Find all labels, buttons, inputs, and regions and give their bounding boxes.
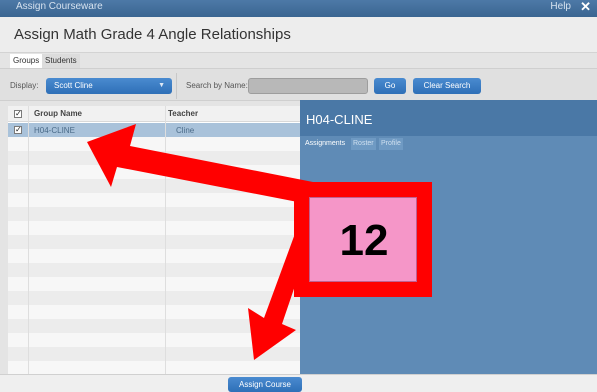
step-number-box: 12 [309, 197, 417, 282]
page-title: Assign Math Grade 4 Angle Relationships [14, 26, 291, 43]
column-header-group-name[interactable]: Group Name [34, 109, 82, 118]
dialog-titlebar: Assign Courseware Help ✕ [0, 0, 597, 17]
groups-table: ✓ Group Name Teacher ✓ H04-CLINE Cline [8, 106, 300, 374]
table-row [8, 277, 300, 291]
search-input[interactable] [248, 78, 368, 94]
table-row [8, 221, 300, 235]
detail-header: H04-CLINE [300, 100, 597, 136]
detail-title: H04-CLINE [306, 112, 373, 127]
table-row [8, 249, 300, 263]
dialog-header: Assign Math Grade 4 Angle Relationships [0, 17, 597, 53]
table-header: ✓ Group Name Teacher [8, 106, 300, 122]
display-select[interactable]: Scott Cline ▼ [46, 78, 172, 94]
table-row[interactable]: ✓ H04-CLINE Cline [8, 123, 300, 137]
table-row [8, 179, 300, 193]
chevron-down-icon: ▼ [158, 82, 165, 89]
table-row [8, 207, 300, 221]
table-row [8, 333, 300, 347]
tab-assignments[interactable]: Assignments [303, 138, 347, 150]
tab-profile[interactable]: Profile [379, 138, 403, 150]
assign-courseware-dialog: Assign Courseware Help ✕ Assign Math Gra… [0, 0, 597, 392]
help-link[interactable]: Help [550, 1, 571, 12]
assign-course-button[interactable]: Assign Course [228, 377, 302, 392]
table-row [8, 137, 300, 151]
table-row [8, 263, 300, 277]
display-label: Display: [10, 81, 39, 90]
clear-search-button[interactable]: Clear Search [413, 78, 481, 94]
display-select-value: Scott Cline [54, 81, 93, 90]
group-name-cell: H04-CLINE [34, 126, 75, 135]
select-all-checkbox[interactable]: ✓ [14, 110, 22, 118]
toolbar-divider [176, 73, 177, 99]
filter-toolbar: Display: Scott Cline ▼ Search by Name: G… [0, 68, 597, 101]
go-button[interactable]: Go [374, 78, 406, 94]
column-divider [165, 106, 166, 374]
tab-students[interactable]: Students [42, 54, 80, 68]
dialog-footer: Assign Course [0, 374, 597, 392]
table-row [8, 235, 300, 249]
window-title: Assign Courseware [16, 1, 103, 12]
tab-roster[interactable]: Roster [351, 138, 376, 150]
step-number-callout: 12 [294, 182, 432, 297]
table-row [8, 347, 300, 361]
tab-groups[interactable]: Groups [10, 54, 43, 68]
teacher-cell: Cline [176, 126, 195, 135]
close-icon[interactable]: ✕ [580, 0, 591, 15]
step-number: 12 [339, 216, 389, 265]
column-divider [28, 106, 29, 374]
table-row [8, 361, 300, 374]
table-row [8, 151, 300, 165]
table-row [8, 319, 300, 333]
column-header-teacher[interactable]: Teacher [168, 109, 198, 118]
table-row [8, 305, 300, 319]
table-row [8, 193, 300, 207]
search-label: Search by Name: [186, 81, 248, 90]
table-row [8, 165, 300, 179]
table-row [8, 291, 300, 305]
row-checkbox[interactable]: ✓ [14, 126, 22, 134]
